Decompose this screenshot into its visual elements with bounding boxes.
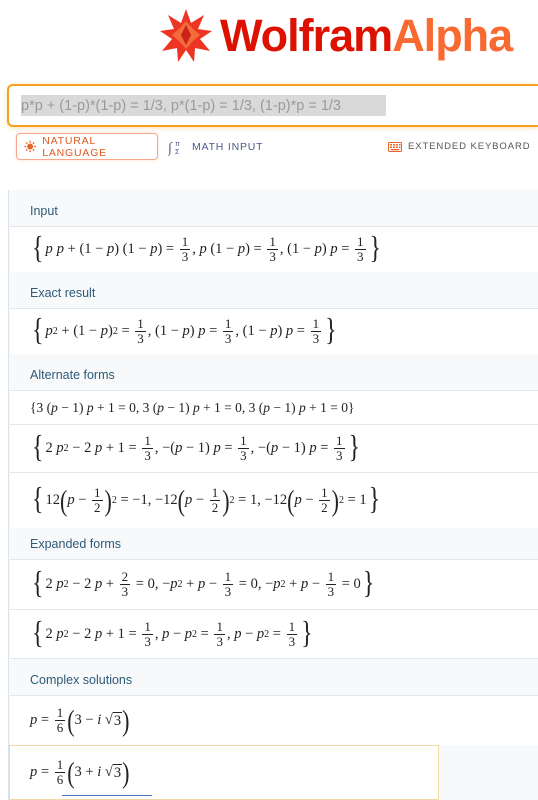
results-area: Input {p p + (1 − p) (1 − p) = 13, p (1 −… — [8, 190, 538, 800]
extended-keyboard-label: EXTENDED KEYBOARD — [408, 141, 531, 152]
pod-alternate-content-1[interactable]: {3 (p − 1) p + 1 = 0, 3 (p − 1) p + 1 = … — [10, 390, 538, 424]
alternate-expression-2: {2 p2 − 2 p + 1 = 13, −(p − 1) p = 13, −… — [32, 430, 361, 465]
math-input-button[interactable]: ∫ π Σ MATH INPUT — [166, 133, 263, 160]
search-input[interactable] — [21, 96, 533, 116]
pod-exact-content[interactable]: {p 2 + (1 − p) 2 = 13, (1 − p) p = 13, (1 … — [10, 308, 538, 354]
keyboard-icon — [388, 141, 402, 152]
input-expression: {p p + (1 − p) (1 − p) = 13, p (1 − p) = … — [32, 231, 382, 266]
extended-keyboard-button[interactable]: EXTENDED KEYBOARD — [388, 133, 530, 160]
pod-title: Complex solutions — [30, 673, 133, 687]
pod-complex-header: Complex solutions — [9, 659, 538, 695]
complex-solution-2: p = 1 6(3 + i √ 3) — [30, 754, 130, 789]
exact-expression: {p 2 + (1 − p) 2 = 13, (1 − p) p = 13, (1 … — [32, 313, 337, 348]
math-input-icon: ∫ π Σ — [168, 141, 181, 156]
complex-solution-1: p = 1 6(3 − i √ 3) — [30, 702, 130, 737]
math-input-label: MATH INPUT — [192, 140, 264, 153]
pod-title: Exact result — [30, 286, 96, 300]
expanded-expression-2: {2 p2 − 2 p + 1 = 13, p − p2 = 13, p − p… — [32, 616, 313, 651]
pod-expanded-header: Expanded forms — [9, 523, 538, 559]
natural-language-label: NATURAL LANGUAGE — [42, 134, 107, 159]
pod-complex-content-2[interactable]: p = 1 6(3 + i √ 3) — [9, 745, 439, 800]
pod-expanded-content-1[interactable]: {2 p2 − 2 p + 23 = 0, − p 2 + p − 13 = 0, … — [10, 559, 538, 609]
copy-underline — [62, 795, 152, 796]
pod-expanded-content-2[interactable]: {2 p2 − 2 p + 1 = 13, p − p2 = 13, p − p… — [10, 609, 538, 659]
pod-title: Input — [30, 204, 58, 218]
pod-input-header: Input — [9, 190, 538, 226]
svg-text:π: π — [175, 141, 181, 148]
logo-text: WolframAlpha — [220, 9, 513, 61]
pod-title: Alternate forms — [30, 368, 115, 382]
pod-alternate-content-3[interactable]: {12(p − 1 2) 2 = −1, −12(p − 1 2) 2 = 1, −12… — [10, 472, 538, 528]
alternate-expression-1: {3 (p − 1) p + 1 = 0, 3 (p − 1) p + 1 = … — [30, 399, 355, 415]
pod-title: Expanded forms — [30, 537, 122, 551]
pod-exact-header: Exact result — [9, 272, 538, 308]
sun-icon — [24, 140, 36, 153]
search-box[interactable] — [7, 84, 538, 127]
pod-complex-content-1[interactable]: p = 1 6(3 − i √ 3) — [10, 695, 538, 745]
alternate-expression-3: {12(p − 1 2) 2 = −1, −12(p − 1 2) 2 = 1, −12… — [32, 482, 381, 517]
expanded-expression-1: {2 p2 − 2 p + 23 = 0, − p 2 + p − 13 = 0, … — [32, 566, 375, 601]
pod-alternate-content-2[interactable]: {2 p2 − 2 p + 1 = 13, −(p − 1) p = 13, −… — [10, 424, 538, 472]
pod-alternate-header: Alternate forms — [9, 354, 538, 390]
svg-text:Σ: Σ — [175, 149, 180, 156]
svg-text:∫: ∫ — [168, 141, 173, 156]
natural-language-button[interactable]: NATURAL LANGUAGE — [16, 133, 158, 160]
pod-input-content[interactable]: {p p + (1 − p) (1 − p) = 13, p (1 − p) = … — [10, 226, 538, 272]
wolfram-alpha-logo[interactable]: WolframAlpha — [158, 6, 513, 64]
wolfram-star-icon — [160, 9, 212, 62]
